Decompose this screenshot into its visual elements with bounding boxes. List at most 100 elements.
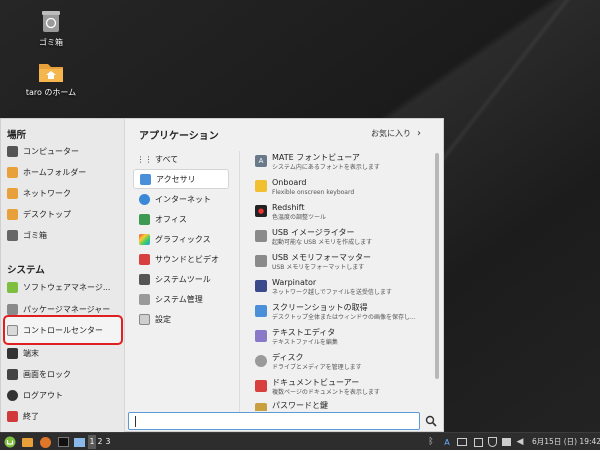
desktop-trash-label: ゴミ箱 bbox=[39, 38, 63, 47]
app-warpinator[interactable]: Warpinator ネットワーク越しでファイルを送受信します bbox=[255, 278, 433, 302]
favorites-button[interactable]: お気に入り › bbox=[371, 128, 421, 139]
bluetooth-tray[interactable]: ᛒ bbox=[426, 435, 436, 449]
place-desktop[interactable]: デスクトップ bbox=[7, 204, 121, 224]
category-office[interactable]: オフィス bbox=[133, 209, 229, 229]
category-graphics-label: グラフィックス bbox=[155, 234, 211, 244]
app-font-viewer[interactable]: A MATE フォントビューア システム内にあるフォントを表示します bbox=[255, 153, 433, 177]
app-redshift[interactable]: ● Redshift 色温度の調整ツール bbox=[255, 203, 433, 227]
show-desktop[interactable] bbox=[72, 435, 86, 449]
app-name: ディスク bbox=[272, 353, 304, 362]
workspace-switcher[interactable]: 1 2 3 bbox=[88, 435, 112, 449]
chevron-right-icon: › bbox=[417, 128, 421, 139]
shield-icon bbox=[487, 437, 497, 447]
category-all-label: すべて bbox=[155, 154, 179, 164]
app-usb-image-writer[interactable]: USB イメージライター 起動可能な USB メモリを作成します bbox=[255, 228, 433, 252]
input-method-tray[interactable]: A bbox=[442, 435, 452, 449]
category-graphics[interactable]: グラフィックス bbox=[133, 229, 229, 249]
terminal-launcher[interactable] bbox=[56, 435, 70, 449]
category-internet-label: インターネット bbox=[155, 194, 211, 204]
keyboard-tray[interactable] bbox=[456, 435, 468, 449]
system-power[interactable]: 終了 bbox=[7, 406, 121, 426]
system-lock-screen[interactable]: 画面をロック bbox=[7, 364, 121, 384]
clock[interactable]: 6月15日 (日) 19:42 bbox=[532, 436, 600, 447]
place-network[interactable]: ネットワーク bbox=[7, 183, 121, 203]
system-logout[interactable]: ログアウト bbox=[7, 385, 121, 405]
desktop-trash[interactable]: ゴミ箱 bbox=[16, 8, 86, 48]
font-viewer-icon: A bbox=[255, 155, 267, 167]
grid-icon: ⋮⋮ bbox=[136, 154, 153, 164]
app-document-viewer[interactable]: ドキュメントビューアー 複数ページのドキュメントを表示します bbox=[255, 378, 433, 402]
category-administration-label: システム管理 bbox=[155, 294, 203, 304]
lock-screen-icon bbox=[7, 368, 18, 380]
system-terminal-label: 端末 bbox=[23, 348, 39, 358]
shield-tray[interactable] bbox=[486, 435, 498, 449]
category-system-tools-label: システムツール bbox=[155, 274, 211, 284]
app-desc: 複数ページのドキュメントを表示します bbox=[272, 389, 380, 396]
app-text-editor[interactable]: テキストエディタ テキストファイルを編集 bbox=[255, 328, 433, 352]
category-internet[interactable]: インターネット bbox=[133, 189, 229, 209]
app-name: Redshift bbox=[272, 203, 305, 212]
desktop-home-folder[interactable]: taro のホーム bbox=[16, 60, 86, 98]
internet-icon bbox=[139, 193, 150, 205]
package-manager-icon bbox=[7, 303, 18, 315]
system-control-center[interactable]: コントロールセンター bbox=[7, 320, 121, 340]
workspace-2[interactable]: 2 bbox=[96, 435, 104, 449]
workspace-1[interactable]: 1 bbox=[88, 435, 96, 449]
workspace-3[interactable]: 3 bbox=[104, 435, 112, 449]
category-settings-label: 設定 bbox=[155, 314, 171, 324]
app-name: スクリーンショットの取得 bbox=[272, 303, 368, 312]
bluetooth-icon: ᛒ bbox=[428, 437, 434, 447]
power-icon bbox=[7, 410, 18, 422]
graphics-icon bbox=[139, 233, 150, 245]
text-editor-icon bbox=[255, 330, 267, 342]
keyboard-icon bbox=[457, 438, 467, 446]
volume-tray[interactable]: ◀ bbox=[514, 435, 526, 449]
place-trash-label: ゴミ箱 bbox=[23, 230, 47, 240]
app-list-scrollbar[interactable] bbox=[435, 153, 439, 379]
app-desc: システム内にあるフォントを表示します bbox=[272, 164, 380, 171]
settings-icon bbox=[139, 313, 150, 325]
trash-icon bbox=[7, 229, 18, 241]
sound-video-icon bbox=[139, 253, 150, 265]
app-onboard[interactable]: Onboard Flexible onscreen keyboard bbox=[255, 178, 433, 202]
search-input[interactable] bbox=[128, 412, 420, 430]
firefox-launcher[interactable] bbox=[38, 435, 52, 449]
home-folder-icon bbox=[39, 64, 63, 82]
applications-title: アプリケーション bbox=[139, 131, 219, 142]
category-all[interactable]: ⋮⋮ すべて bbox=[133, 149, 229, 169]
office-icon bbox=[139, 213, 150, 225]
place-trash[interactable]: ゴミ箱 bbox=[7, 225, 121, 245]
computer-icon bbox=[7, 145, 18, 157]
system-software-manager[interactable]: ソフトウェアマネージ... bbox=[7, 277, 121, 297]
app-disks[interactable]: ディスク ドライブとメディアを管理します bbox=[255, 353, 433, 377]
document-viewer-icon bbox=[255, 380, 267, 392]
category-accessories[interactable]: アクセサリ bbox=[133, 169, 229, 189]
menu-button[interactable] bbox=[3, 435, 17, 449]
onboard-keyboard-icon bbox=[255, 180, 267, 192]
app-desc: 色温度の調整ツール bbox=[272, 214, 327, 221]
app-usb-formatter[interactable]: USB メモリフォーマッター USB メモリをフォーマットします bbox=[255, 253, 433, 277]
network-tray[interactable] bbox=[500, 435, 512, 449]
category-accessories-label: アクセサリ bbox=[156, 174, 196, 184]
menu-left-column: 場所 コンピューター ホームフォルダー ネットワーク デスクトップ ゴミ箱 シス… bbox=[1, 119, 125, 433]
updates-tray[interactable] bbox=[472, 435, 484, 449]
place-computer[interactable]: コンピューター bbox=[7, 141, 121, 161]
category-system-tools[interactable]: システムツール bbox=[133, 269, 229, 289]
place-home-folder[interactable]: ホームフォルダー bbox=[7, 162, 121, 182]
system-power-label: 終了 bbox=[23, 411, 39, 421]
folder-icon bbox=[21, 437, 33, 447]
app-passwords-keys[interactable]: パスワードと鍵 bbox=[255, 401, 433, 411]
search-icon[interactable] bbox=[425, 415, 437, 427]
favorites-label: お気に入り bbox=[371, 129, 411, 138]
app-screenshot[interactable]: スクリーンショットの取得 デスクトップ全体またはウィンドウの画像を保存し... bbox=[255, 303, 433, 327]
place-home-label: ホームフォルダー bbox=[23, 167, 87, 177]
app-name: テキストエディタ bbox=[272, 328, 336, 337]
files-launcher[interactable] bbox=[20, 435, 34, 449]
screenshot-icon bbox=[255, 305, 267, 317]
place-computer-label: コンピューター bbox=[23, 146, 79, 156]
category-settings[interactable]: 設定 bbox=[133, 309, 229, 329]
category-sound-video[interactable]: サウンドとビデオ bbox=[133, 249, 229, 269]
system-terminal[interactable]: 端末 bbox=[7, 343, 121, 363]
app-name: Onboard bbox=[272, 178, 307, 187]
category-administration[interactable]: システム管理 bbox=[133, 289, 229, 309]
